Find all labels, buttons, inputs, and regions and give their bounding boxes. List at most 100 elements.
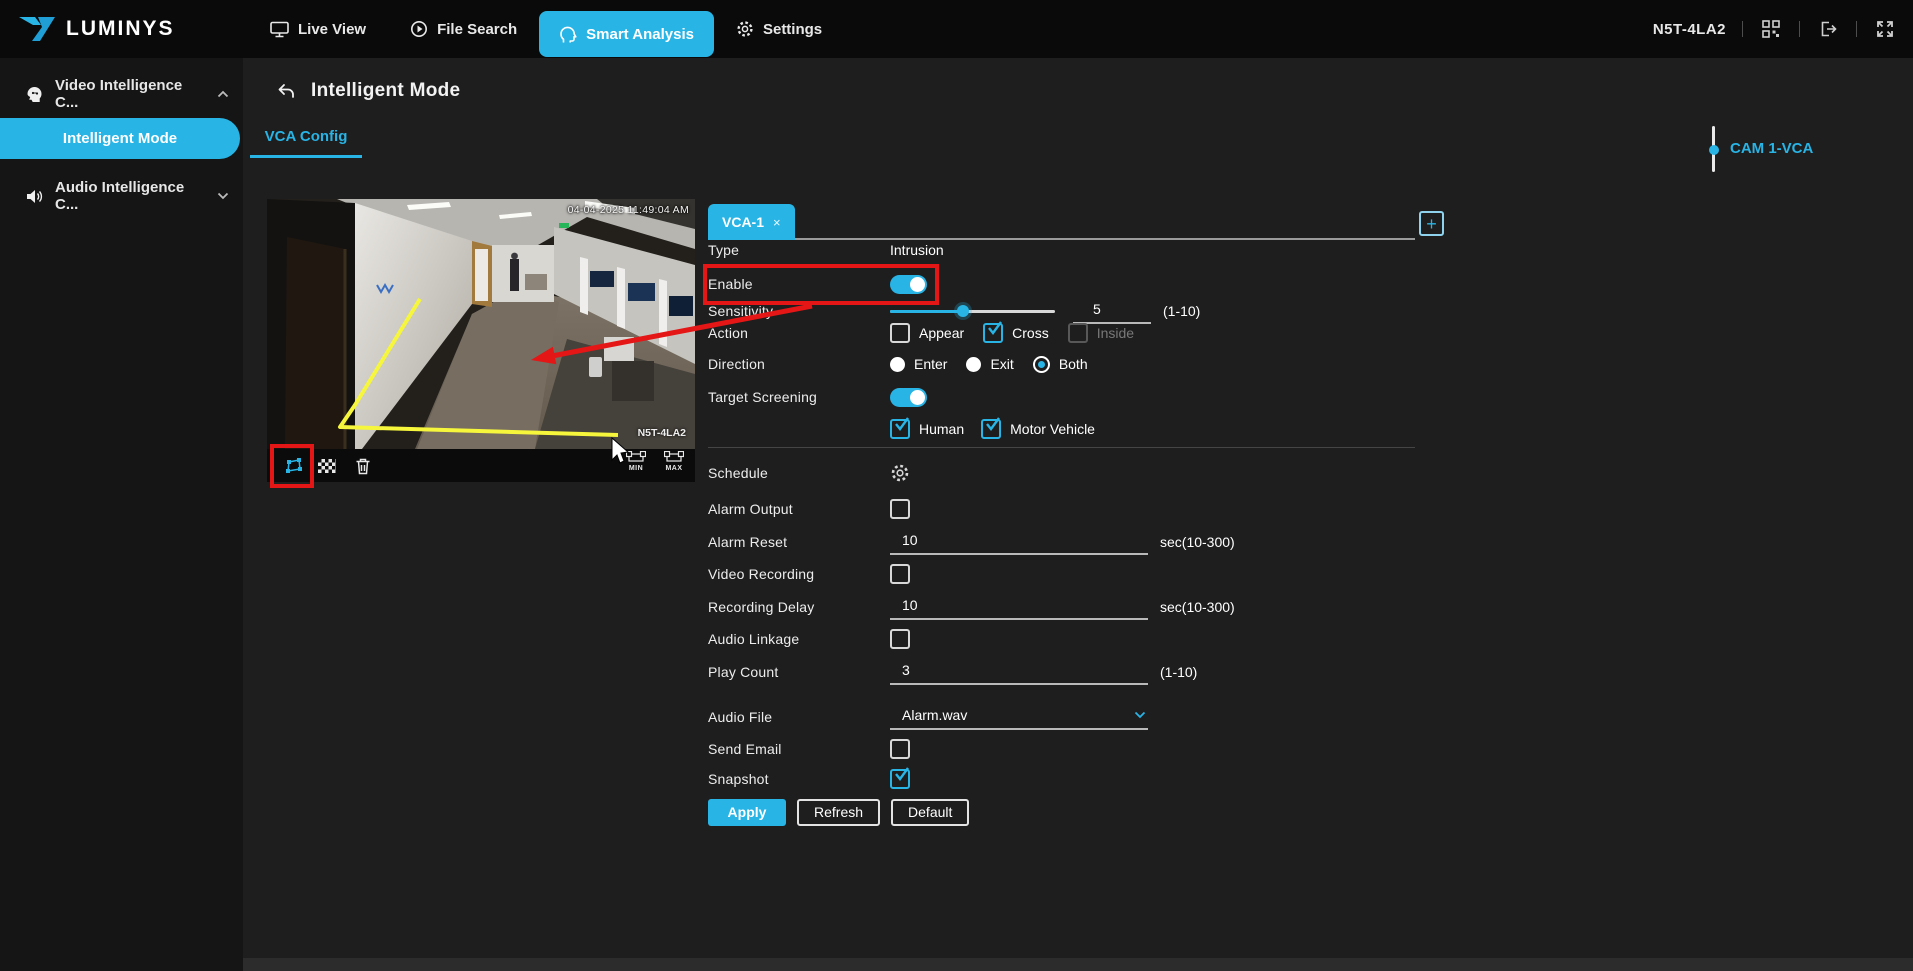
snapshot-checkbox[interactable] [890,767,910,789]
brand-name: LUMINYS [66,17,175,40]
checkbox-box [890,499,910,519]
refresh-button[interactable]: Refresh [797,798,881,826]
cam-1-vca-link[interactable]: CAM 1-VCA [1730,140,1813,157]
play-count-label: Play Count [708,664,779,680]
send-email-row: Send Email [708,734,1448,764]
back-icon[interactable] [276,83,295,100]
close-icon[interactable]: × [773,215,781,230]
nav-smart-analysis[interactable]: Smart Analysis [539,11,714,57]
sensitivity-label: Sensitivity [708,303,774,319]
vca-1-tab-label: VCA-1 [722,214,765,230]
section-divider [708,447,1415,448]
audio-file-label: Audio File [708,709,773,725]
checkerboard-icon [318,458,336,473]
min-label: MIN [628,465,644,472]
min-size-button[interactable]: MIN [619,451,653,472]
checkbox-box [890,564,910,584]
schedule-settings-button[interactable] [890,463,910,483]
logout-icon[interactable] [1816,17,1840,41]
form-buttons-row: Apply Refresh Default [708,798,1448,826]
qr-code-icon[interactable] [1759,17,1783,41]
sidebar-item-label: Intelligent Mode [62,130,178,147]
tab-vca-config[interactable]: VCA Config [250,128,362,158]
max-size-button[interactable]: MAX [657,451,691,472]
sensitivity-slider[interactable] [890,304,1055,318]
enter-radio[interactable]: Enter [890,356,947,372]
nav-live-view[interactable]: Live View [248,0,388,58]
motor-vehicle-label: Motor Vehicle [1010,421,1095,437]
nav-file-search[interactable]: File Search [388,0,539,58]
checkbox-box [890,739,910,759]
human-checkbox[interactable]: Human [890,417,965,439]
slider-thumb[interactable] [956,305,969,317]
sidebar-item-video-intelligence[interactable]: Video Intelligence C... [0,72,243,116]
alarm-reset-input[interactable] [890,529,1148,555]
targets-row: Human Motor Vehicle [708,414,1448,444]
appear-label: Appear [919,325,965,341]
alarm-output-row: Alarm Output [708,494,1448,524]
delete-region-button[interactable] [351,449,375,482]
play-count-range: (1-10) [1160,664,1198,680]
separator [1856,21,1857,37]
draw-polygon-tool-button[interactable] [280,449,308,482]
default-button[interactable]: Default [891,798,970,826]
appear-checkbox[interactable]: Appear [890,323,964,343]
audio-file-select[interactable]: Alarm.wav [890,705,1148,730]
gear-icon [736,20,754,38]
history-icon [410,20,428,38]
video-canvas[interactable]: 04-04-2025 11:49:04 AM N5T-4LA2 [267,199,695,449]
checkbox-box-checked [890,417,910,439]
recording-delay-unit: sec(10-300) [1160,599,1235,615]
checkbox-box-disabled [1067,323,1088,343]
nav-file-search-label: File Search [437,20,518,38]
page-header: Intelligent Mode [276,80,460,102]
motor-vehicle-checkbox[interactable]: Motor Vehicle [981,417,1095,439]
nav-settings-label: Settings [762,20,823,38]
add-vca-button[interactable]: + [1419,211,1444,236]
video-camera-id: N5T-4LA2 [637,427,686,439]
sidebar-item-intelligent-mode[interactable]: Intelligent Mode [0,118,240,159]
chevron-down-icon [1134,711,1146,718]
alarm-output-checkbox[interactable] [890,499,910,519]
audio-intelligence-icon [26,189,43,204]
alarm-reset-row: Alarm Reset sec(10-300) [708,527,1448,557]
check-icon [895,417,909,431]
play-count-input[interactable] [890,659,1148,685]
marker-dot-icon[interactable] [1708,145,1719,155]
enable-toggle[interactable] [890,274,927,294]
cross-checkbox[interactable]: Cross [983,321,1049,343]
schedule-row: Schedule [708,458,1448,488]
audio-file-row: Audio File Alarm.wav [708,702,1448,732]
fullscreen-icon[interactable] [1873,17,1897,41]
apply-button[interactable]: Apply [708,798,786,826]
recording-delay-input[interactable] [890,594,1148,620]
play-count-row: Play Count (1-10) [708,657,1448,687]
audio-linkage-checkbox[interactable] [890,629,910,649]
recording-delay-row: Recording Delay sec(10-300) [708,592,1448,622]
send-email-checkbox[interactable] [890,739,910,759]
exit-radio[interactable]: Exit [966,356,1014,372]
radio-circle [890,356,905,372]
pixelate-mask-button[interactable] [315,449,339,482]
direction-row: Direction Enter Exit Both [708,349,1448,379]
check-icon [895,767,909,781]
alarm-reset-unit: sec(10-300) [1160,534,1235,550]
snapshot-label: Snapshot [708,771,769,787]
video-recording-checkbox[interactable] [890,564,910,584]
smart-analysis-icon [559,25,577,44]
checkbox-box-checked [981,417,1002,439]
sidebar-item-audio-intelligence[interactable]: Audio Intelligence C... [0,174,243,218]
both-radio[interactable]: Both [1032,355,1088,373]
cross-label: Cross [1012,325,1049,341]
video-timestamp: 04-04-2025 11:49:04 AM [567,204,689,216]
action-row: Action Appear Cross Inside [708,318,1448,348]
target-screening-toggle[interactable] [890,387,927,407]
human-label: Human [919,421,965,437]
inside-checkbox: Inside [1067,323,1134,343]
nav-settings[interactable]: Settings [714,0,844,58]
check-icon [988,321,1003,335]
check-icon [986,417,1001,431]
type-row: Type Intrusion [708,235,1448,265]
alarm-reset-label: Alarm Reset [708,534,788,550]
horizontal-scrollbar[interactable] [243,958,1913,971]
